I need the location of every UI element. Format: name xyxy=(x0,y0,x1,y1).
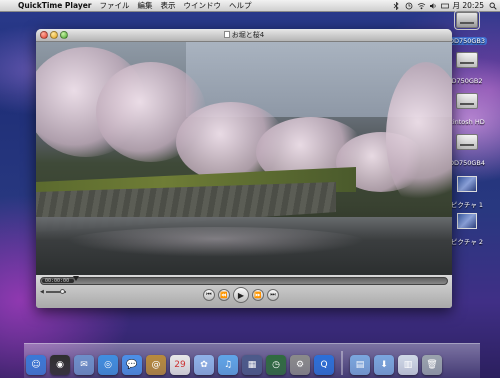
applications-folder-icon[interactable]: ▤ xyxy=(350,355,370,375)
timecode: 00:00:00 xyxy=(45,278,70,284)
playhead[interactable] xyxy=(73,276,79,281)
picture-file-icon xyxy=(457,176,477,192)
bluetooth-icon[interactable] xyxy=(393,1,400,11)
hard-drive-icon xyxy=(456,52,478,68)
video-reflection xyxy=(66,227,366,257)
finder-icon[interactable]: ☺ xyxy=(26,355,46,375)
transport-buttons: ⏮ ⏪ ▶ ⏩ ⏭ xyxy=(203,287,279,303)
fast-forward-button[interactable]: ⏩ xyxy=(252,289,264,301)
safari-icon[interactable]: ◎ xyxy=(98,355,118,375)
volume-menu-icon[interactable] xyxy=(429,2,436,9)
hard-drive-icon xyxy=(454,10,480,30)
rewind-button[interactable]: ⏪ xyxy=(218,289,230,301)
dock: ☺ ◉ ✉ ◎ 💬 @29 ✿ ♫ ▦ ◷ ⚙ Q ▤ ⬇ ▥ 🗑 xyxy=(26,343,486,375)
spaces-icon[interactable]: ▦ xyxy=(242,355,262,375)
dashboard-icon[interactable]: ◉ xyxy=(50,355,70,375)
menu-clock[interactable]: 月 20:25 xyxy=(453,0,485,11)
documents-stack-icon[interactable]: ▥ xyxy=(398,355,418,375)
menu-view[interactable]: 表示 xyxy=(161,0,176,11)
hard-drive-icon xyxy=(456,93,478,109)
menu-extras: 月 20:25 xyxy=(393,0,500,11)
timeline-scrubber[interactable]: 00:00:00 xyxy=(40,276,448,285)
movie-document-icon xyxy=(223,31,230,38)
iphoto-icon[interactable]: ✿ xyxy=(194,355,214,375)
window-titlebar[interactable]: お堀と桜4 xyxy=(36,29,452,42)
picture-file-icon xyxy=(457,213,477,229)
volume-control[interactable]: ◀ xyxy=(40,289,70,295)
address-book-icon[interactable]: @ xyxy=(146,355,166,375)
desktop-icon-label: ピクチャ 1 xyxy=(450,201,484,209)
app-menu[interactable]: QuickTime Player xyxy=(18,1,92,10)
time-machine-icon[interactable]: ◷ xyxy=(266,355,286,375)
menu-edit[interactable]: 編集 xyxy=(138,0,153,11)
quicktime-window: お堀と桜4 00:00:00 ◀ ⏮ ⏪ ▶ ⏩ ⏭ xyxy=(36,29,452,308)
menu-help[interactable]: ヘルプ xyxy=(229,0,252,11)
desktop-icon-label: cintosh HD xyxy=(449,118,485,126)
desktop-icon-label: DD750GB3 xyxy=(446,37,488,45)
desktop-icon-label: D750GB2 xyxy=(451,77,483,85)
ical-icon[interactable]: 29 xyxy=(170,355,190,375)
menu-window[interactable]: ウインドウ xyxy=(184,0,222,11)
spotlight-icon[interactable] xyxy=(489,2,497,10)
mail-icon[interactable]: ✉ xyxy=(74,355,94,375)
skip-back-button[interactable]: ⏮ xyxy=(203,289,215,301)
dock-separator xyxy=(341,351,343,375)
desktop-icon-label: DD750GB4 xyxy=(448,159,486,167)
hard-drive-icon xyxy=(456,134,478,150)
ichat-icon[interactable]: 💬 xyxy=(122,355,142,375)
video-frame[interactable] xyxy=(36,42,452,275)
play-button[interactable]: ▶ xyxy=(233,287,249,303)
window-title: お堀と桜4 xyxy=(231,31,265,39)
speaker-icon: ◀ xyxy=(40,289,44,295)
menu-bar: QuickTime Player ファイル 編集 表示 ウインドウ ヘルプ 月 … xyxy=(0,0,500,12)
wifi-icon[interactable] xyxy=(417,2,425,10)
itunes-icon[interactable]: ♫ xyxy=(218,355,238,375)
window-title-area: お堀と桜4 xyxy=(36,30,452,40)
system-preferences-icon[interactable]: ⚙ xyxy=(290,355,310,375)
volume-knob[interactable] xyxy=(60,289,65,294)
time-machine-menu-icon[interactable] xyxy=(405,2,412,10)
trash-icon[interactable]: 🗑 xyxy=(422,355,442,375)
menu-file[interactable]: ファイル xyxy=(100,0,130,11)
keyboard-icon[interactable] xyxy=(440,2,449,9)
desktop-icon-label: ピクチャ 2 xyxy=(450,238,484,246)
playback-controls: 00:00:00 ◀ ⏮ ⏪ ▶ ⏩ ⏭ xyxy=(36,275,452,308)
quicktime-icon[interactable]: Q xyxy=(314,355,334,375)
skip-forward-button[interactable]: ⏭ xyxy=(267,289,279,301)
downloads-folder-icon[interactable]: ⬇ xyxy=(374,355,394,375)
